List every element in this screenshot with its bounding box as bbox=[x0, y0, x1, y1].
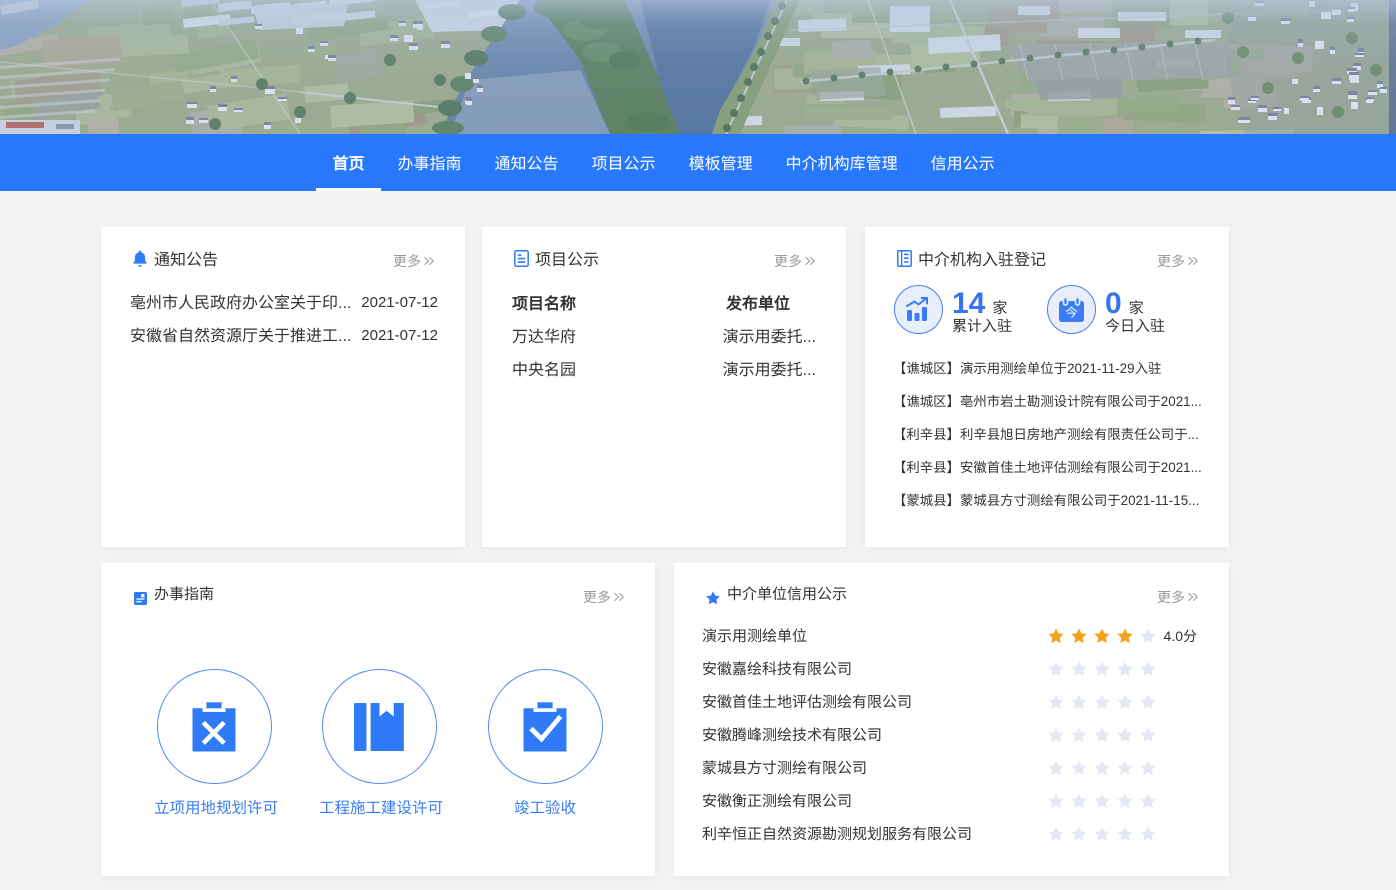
svg-text:今: 今 bbox=[1065, 302, 1078, 321]
